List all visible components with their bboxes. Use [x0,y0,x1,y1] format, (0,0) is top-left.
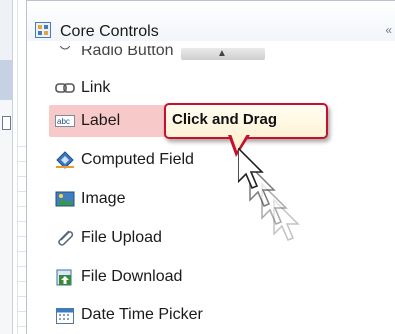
palette-item-label: Date Time Picker [81,306,203,323]
scroll-up-button[interactable]: ▲ [181,48,265,60]
drag-cursor-trail-icon [238,148,300,241]
palette-item-link[interactable]: Link [55,75,255,101]
left-editor-strip [0,0,13,334]
file-download-icon [56,269,72,286]
palette-item-label: File Download [81,268,183,285]
palette-item-file-download[interactable]: File Download [55,264,255,290]
palette-item-computed-field[interactable]: Computed Field [55,147,255,173]
design-grid [18,132,26,332]
palette-item-label: Link [81,79,111,96]
left-strip-band [0,60,12,100]
radio-button-icon [59,46,71,50]
tooltip-text: Click and Drag [172,111,278,128]
palette-item-label: Label [81,112,121,129]
palette-item-label: Computed Field [81,151,194,168]
left-strip-marker [2,116,11,130]
date-time-picker-icon [56,308,74,324]
left-strip-band [0,0,12,60]
controls-palette: Core Controls « Radio Button ▲ Link abc … [26,0,395,334]
file-upload-icon [58,230,74,246]
palette-item-label: Radio Button [81,46,174,59]
palette-header[interactable]: Core Controls « [27,0,395,41]
collapse-icon[interactable]: « [385,23,392,37]
palette-item-label: Image [81,190,126,207]
palette-item-date-time-picker[interactable]: Date Time Picker [55,302,255,328]
left-strip-band [0,100,12,334]
palette-item-file-upload[interactable]: File Upload [55,225,255,251]
palette-item-image[interactable]: Image [55,186,255,212]
palette-title: Core Controls [60,23,159,40]
image-icon [55,191,75,207]
label-icon: abc [55,115,75,127]
palette-item-label: File Upload [81,229,162,246]
core-controls-icon [35,22,51,38]
link-icon [55,83,75,93]
drag-tooltip: Click and Drag [164,103,328,157]
svg-text:abc: abc [57,117,70,126]
chevron-up-icon: ▲ [217,48,227,59]
computed-field-icon [56,151,74,169]
